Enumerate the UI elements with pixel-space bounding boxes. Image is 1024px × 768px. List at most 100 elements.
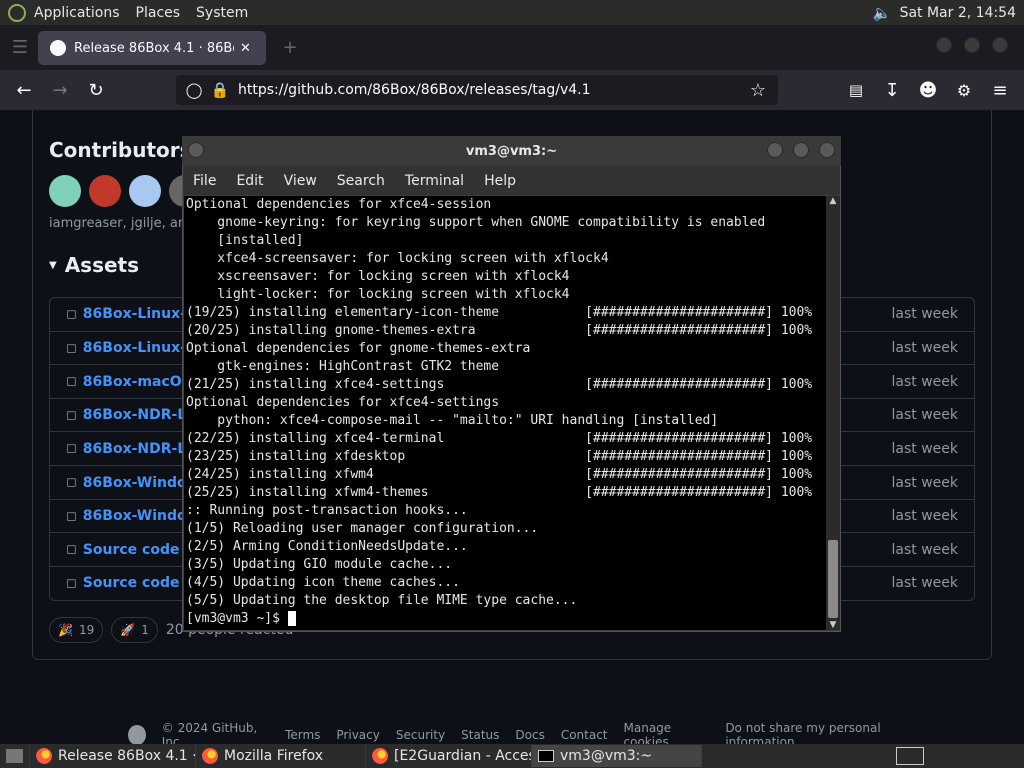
browser-tab-title: Release 86Box 4.1 · 86Box/8	[74, 40, 234, 56]
terminal-line: :: Running post-transaction hooks...	[186, 503, 468, 518]
footer-link-status[interactable]: Status	[461, 728, 499, 742]
browser-tab-active[interactable]: Release 86Box 4.1 · 86Box/8 ✕	[38, 31, 266, 65]
close-window-button[interactable]	[992, 37, 1008, 53]
menu-edit[interactable]: Edit	[226, 173, 273, 189]
bookmark-star-icon[interactable]: ☆	[744, 76, 772, 104]
terminal-line: Optional dependencies for xfce4-settings	[186, 395, 500, 410]
terminal-titlebar[interactable]: vm3@vm3:~	[182, 136, 841, 166]
terminal-cursor	[287, 611, 296, 626]
pocket-icon[interactable]: ▤	[842, 76, 870, 104]
url-text[interactable]: https://github.com/86Box/86Box/releases/…	[238, 82, 591, 98]
close-tab-icon[interactable]: ✕	[240, 41, 251, 56]
reaction-tada-button[interactable]: 🎉 19	[49, 617, 104, 643]
avatar[interactable]	[49, 175, 81, 207]
menu-view[interactable]: View	[274, 173, 327, 189]
terminal-maximize-button[interactable]	[793, 142, 809, 158]
terminal-close-button[interactable]	[819, 142, 835, 158]
task-terminal[interactable]: vm3@vm3:~	[532, 745, 702, 767]
package-icon: ◻	[66, 340, 77, 356]
tada-icon: 🎉	[58, 623, 73, 637]
scroll-up-arrow-icon[interactable]: ▲	[826, 196, 840, 206]
app-menu-icon[interactable]: ≡	[986, 76, 1014, 104]
minimize-button[interactable]	[936, 37, 952, 53]
firefox-icon	[372, 748, 388, 764]
workspace-switcher[interactable]	[896, 747, 924, 765]
terminal-line: (25/25) installing xfwm4-themes [#######…	[186, 485, 813, 500]
new-tab-icon[interactable]: +	[276, 33, 304, 61]
volume-icon[interactable]: 🔈	[873, 4, 892, 22]
firefox-icon	[202, 748, 218, 764]
terminal-line: (5/5) Updating the desktop file MIME typ…	[186, 593, 578, 608]
scroll-down-arrow-icon[interactable]: ▼	[826, 620, 840, 630]
task-label: Release 86Box 4.1 · ...	[58, 748, 195, 764]
url-bar[interactable]: https://github.com/86Box/86Box/releases/…	[176, 75, 778, 105]
asset-link[interactable]: Source code (t	[83, 575, 198, 591]
window-menu-button[interactable]	[188, 142, 204, 158]
desktop-icon	[6, 749, 23, 763]
footer-link-privacy[interactable]: Privacy	[336, 728, 379, 742]
terminal-prompt: [vm3@vm3 ~]$	[186, 611, 288, 626]
terminal-line: (2/5) Arming ConditionNeedsUpdate...	[186, 539, 468, 554]
reaction-count: 19	[78, 623, 95, 637]
terminal-line: [installed]	[186, 233, 304, 248]
clock[interactable]: Sat Mar 2, 14:54	[900, 5, 1016, 21]
terminal-line: (21/25) installing xfce4-settings [#####…	[186, 377, 813, 392]
terminal-prompt-line[interactable]: [vm3@vm3 ~]$	[186, 610, 826, 628]
account-icon[interactable]: ☻	[914, 76, 942, 104]
applications-menu[interactable]: Applications	[26, 5, 128, 21]
task-mozilla-firefox[interactable]: Mozilla Firefox	[196, 745, 366, 767]
system-menu[interactable]: System	[188, 5, 256, 21]
footer-link-terms[interactable]: Terms	[285, 728, 320, 742]
asset-date: last week	[891, 440, 959, 457]
places-menu[interactable]: Places	[128, 5, 189, 21]
avatar[interactable]	[129, 175, 161, 207]
distro-logo-icon[interactable]	[8, 3, 26, 22]
reload-icon[interactable]: ↻	[82, 76, 110, 104]
terminal-window-controls	[767, 142, 835, 158]
asset-link[interactable]: 86Box-macOS-	[83, 374, 198, 390]
contributor-avatars	[49, 175, 201, 207]
downloads-icon[interactable]: ↧	[878, 76, 906, 104]
terminal-menubar: File Edit View Search Terminal Help	[183, 166, 840, 195]
reaction-rocket-button[interactable]: 🚀 1	[111, 617, 158, 643]
menu-help[interactable]: Help	[474, 173, 526, 189]
terminal-scrollbar-thumb[interactable]	[828, 540, 838, 618]
menu-search[interactable]: Search	[327, 173, 395, 189]
triangle-down-icon: ▼	[49, 259, 57, 271]
show-desktop-button[interactable]	[0, 745, 30, 767]
terminal-line: xfce4-screensaver: for locking screen wi…	[186, 251, 609, 266]
task-release-86box[interactable]: Release 86Box 4.1 · ...	[30, 745, 196, 767]
terminal-line: light-locker: for locking screen with xf…	[186, 287, 570, 302]
github-logo-icon[interactable]	[128, 725, 146, 745]
github-footer: © 2024 GitHub, Inc. Terms Privacy Securi…	[128, 721, 928, 749]
lock-icon[interactable]: 🔒	[206, 76, 234, 104]
package-icon: ◻	[66, 407, 77, 423]
extensions-icon[interactable]: ⚙	[950, 76, 978, 104]
terminal-line: gnome-keyring: for keyring support when …	[186, 215, 766, 230]
back-icon[interactable]: ←	[10, 76, 38, 104]
terminal-minimize-button[interactable]	[767, 142, 783, 158]
maximize-button[interactable]	[964, 37, 980, 53]
terminal-output[interactable]: Optional dependencies for xfce4-session …	[184, 196, 826, 630]
terminal-line: Optional dependencies for gnome-themes-e…	[186, 341, 531, 356]
footer-link-contact[interactable]: Contact	[561, 728, 608, 742]
task-label: vm3@vm3:~	[560, 748, 653, 764]
menu-terminal[interactable]: Terminal	[395, 173, 474, 189]
contributors-heading: Contributors	[49, 138, 192, 162]
task-e2guardian[interactable]: [E2Guardian - Acces...	[366, 745, 532, 767]
tracking-shield-icon[interactable]: ◯	[180, 76, 208, 104]
footer-link-security[interactable]: Security	[396, 728, 445, 742]
terminal-line: gtk-engines: HighContrast GTK2 theme	[186, 359, 500, 374]
footer-link-docs[interactable]: Docs	[515, 728, 544, 742]
terminal-title: vm3@vm3:~	[465, 143, 558, 159]
contributors-list[interactable]: iamgreaser, jgilje, and	[49, 216, 194, 231]
asset-date: last week	[891, 508, 959, 525]
forward-icon[interactable]: →	[46, 76, 74, 104]
avatar[interactable]	[89, 175, 121, 207]
terminal-line: (4/5) Updating icon theme caches...	[186, 575, 460, 590]
task-label: Mozilla Firefox	[224, 748, 324, 764]
menu-file[interactable]: File	[183, 173, 226, 189]
asset-date: last week	[891, 474, 959, 491]
tab-list-icon[interactable]: ☰	[6, 33, 34, 61]
terminal-line: (20/25) installing gnome-themes-extra [#…	[186, 323, 813, 338]
